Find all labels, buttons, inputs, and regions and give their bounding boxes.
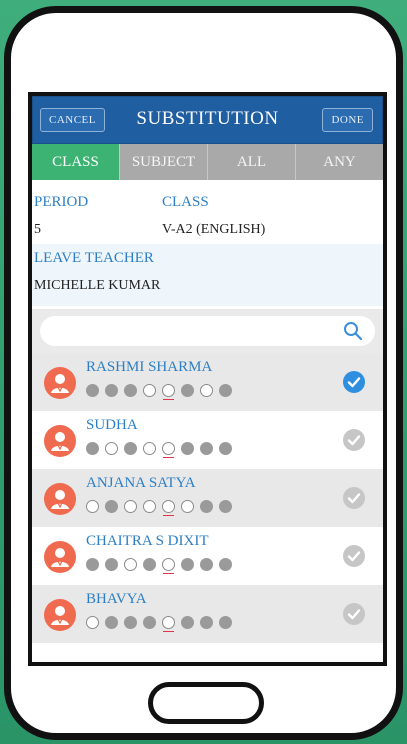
teacher-row[interactable]: CHAITRA S DIXIT (32, 527, 383, 585)
search-input[interactable] (40, 316, 375, 346)
period-slots (86, 616, 232, 632)
teacher-row[interactable]: ANJANA SATYA (32, 469, 383, 527)
period-slot-busy (105, 616, 118, 629)
avatar-icon (44, 599, 76, 631)
select-check-icon[interactable] (343, 487, 365, 509)
period-value: 5 (34, 222, 41, 237)
period-slot-busy (200, 500, 213, 513)
period-slot-free (162, 558, 175, 574)
tab-all[interactable]: ALL (207, 144, 295, 180)
period-slot-busy (219, 500, 232, 513)
period-slot-busy (124, 384, 137, 397)
period-slots (86, 384, 232, 400)
period-slot-free (181, 500, 194, 513)
period-slot-busy (181, 558, 194, 571)
teacher-name: ANJANA SATYA (86, 475, 196, 491)
period-slot-busy (105, 558, 118, 571)
teacher-name: CHAITRA S DIXIT (86, 533, 209, 549)
period-slot-busy (200, 558, 213, 571)
period-slot-busy (181, 616, 194, 629)
period-slots (86, 500, 232, 516)
teacher-row[interactable]: SUDHA (32, 411, 383, 469)
period-slot-busy (219, 384, 232, 397)
period-slot-free (124, 500, 137, 513)
period-label: PERIOD (34, 194, 89, 210)
period-slot-free (86, 616, 99, 629)
period-slot-free (162, 384, 175, 400)
teacher-name: SUDHA (86, 417, 138, 433)
period-slot-free (162, 500, 175, 516)
period-slot-busy (86, 442, 99, 455)
select-check-icon[interactable] (343, 545, 365, 567)
period-slot-free (143, 442, 156, 455)
period-slot-busy (105, 384, 118, 397)
period-slot-busy (219, 616, 232, 629)
select-check-icon[interactable] (343, 429, 365, 451)
search-icon[interactable] (343, 321, 363, 341)
home-button[interactable] (148, 682, 264, 724)
period-slot-free (162, 616, 175, 632)
teacher-row[interactable]: BHAVYA (32, 585, 383, 643)
done-button[interactable]: Done (322, 108, 373, 132)
tab-any[interactable]: ANY (295, 144, 383, 180)
period-slot-busy (86, 558, 99, 571)
avatar-icon (44, 483, 76, 515)
period-slot-busy (124, 442, 137, 455)
period-slots (86, 442, 232, 458)
tab-subject[interactable]: SUBJECT (119, 144, 207, 180)
teacher-row[interactable]: RASHMI SHARMA (32, 353, 383, 411)
period-slot-free (143, 384, 156, 397)
period-slots (86, 558, 232, 574)
avatar-icon (44, 541, 76, 573)
period-slot-free (124, 558, 137, 571)
period-slot-busy (200, 442, 213, 455)
leave-teacher-value: MICHELLE KUMAR (34, 278, 161, 293)
period-slot-free (143, 500, 156, 513)
search-bar (32, 309, 383, 353)
period-slot-busy (124, 616, 137, 629)
period-slot-busy (143, 616, 156, 629)
leave-teacher-label: LEAVE TEACHER (34, 250, 154, 266)
avatar-icon (44, 425, 76, 457)
select-check-icon[interactable] (343, 371, 365, 393)
nav-header: Cancel SUBSTITUTION Done (32, 96, 383, 144)
teacher-name: RASHMI SHARMA (86, 359, 213, 375)
period-slot-busy (181, 442, 194, 455)
period-slot-free (200, 384, 213, 397)
teacher-list: RASHMI SHARMA SUDHA ANJANA SATYA CHAITRA S … (32, 353, 383, 643)
period-slot-busy (143, 558, 156, 571)
tab-class[interactable]: CLASS (32, 144, 119, 180)
period-slot-free (105, 442, 118, 455)
period-slot-free (86, 500, 99, 513)
class-label: CLASS (162, 194, 209, 210)
period-slot-busy (105, 500, 118, 513)
app-screen: Cancel SUBSTITUTION Done CLASS SUBJECT A… (28, 92, 387, 666)
period-slot-busy (86, 384, 99, 397)
select-check-icon[interactable] (343, 603, 365, 625)
leave-teacher-panel: LEAVE TEACHER MICHELLE KUMAR (32, 244, 383, 306)
filter-tabs: CLASS SUBJECT ALL ANY (32, 144, 383, 180)
period-slot-busy (181, 384, 194, 397)
class-value: V-A2 (ENGLISH) (162, 222, 266, 237)
period-slot-free (162, 442, 175, 458)
avatar-icon (44, 367, 76, 399)
period-slot-busy (200, 616, 213, 629)
teacher-name: BHAVYA (86, 591, 147, 607)
period-slot-busy (219, 442, 232, 455)
period-slot-busy (219, 558, 232, 571)
